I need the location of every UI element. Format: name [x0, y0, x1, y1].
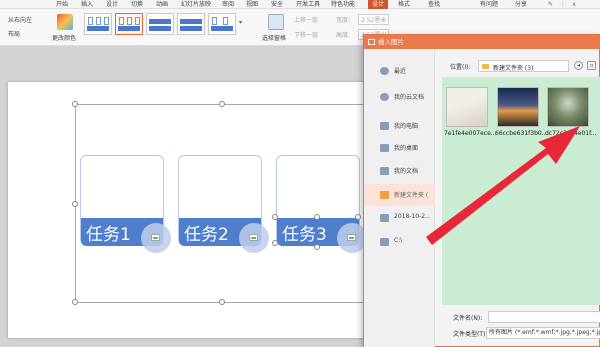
back-icon[interactable]: ◂ — [574, 61, 583, 70]
layout-option-3[interactable] — [146, 13, 174, 35]
task-label[interactable]: 任务1 — [86, 220, 131, 245]
cloud-icon — [380, 93, 389, 101]
resize-handle[interactable] — [219, 299, 225, 305]
width-label: 宽度: — [336, 17, 351, 24]
picture-icon — [249, 234, 258, 241]
location-label: 位置(I): — [450, 64, 471, 71]
change-color-button[interactable]: 更改颜色 — [52, 33, 76, 42]
tab-search[interactable]: 查找 — [428, 0, 440, 9]
location-bar: 位置(I): 新建文件夹 (3) ◂ ▫ — [442, 60, 600, 72]
sidebar-item-label: C:\ — [394, 237, 403, 244]
picture-placeholder[interactable] — [141, 223, 171, 253]
tab-features[interactable]: 特色功能 — [331, 0, 355, 9]
layout-option-5[interactable] — [208, 13, 236, 35]
task-card[interactable]: 任务2 — [178, 155, 269, 253]
sidebar-item-cloud-docs[interactable]: 我的云文档 — [364, 86, 435, 108]
from-right-to-left-button[interactable]: 从右向左 — [8, 15, 32, 24]
tab-design[interactable]: 设计 — [106, 0, 118, 9]
task-card[interactable]: 任务1 — [80, 155, 171, 253]
width-input[interactable]: 2.52厘米 — [358, 14, 390, 25]
layout-option-1[interactable] — [84, 13, 112, 35]
dialog-title: 插入图片 — [378, 38, 404, 46]
arrow-shape — [426, 126, 580, 245]
folder-icon — [482, 64, 489, 69]
desktop-icon — [380, 144, 389, 152]
resize-handle[interactable] — [314, 214, 320, 220]
move-up-button[interactable]: 上移一层 — [294, 15, 318, 24]
tab-transition[interactable]: 切换 — [131, 0, 143, 9]
resize-handle[interactable] — [314, 244, 320, 250]
selection-pane-icon[interactable] — [268, 14, 284, 30]
filename-row: 文件名(N): — [442, 311, 600, 323]
sidebar-item-label: 最近 — [394, 68, 407, 75]
layout-option-4[interactable] — [177, 13, 205, 35]
sidebar-item-label: 我的文档 — [394, 168, 419, 175]
picture-placeholder[interactable] — [239, 223, 269, 253]
sidebar-item-label: 我的桌面 — [394, 145, 419, 152]
computer-icon — [380, 122, 389, 130]
document-icon — [380, 167, 389, 175]
move-down-button[interactable]: 下移一层 — [294, 30, 318, 39]
gallery-more-icon[interactable]: ▾ — [239, 19, 242, 26]
settings-icon[interactable]: ✎ — [548, 0, 553, 9]
clock-icon — [380, 67, 389, 75]
minimize-ribbon-icon[interactable]: ∧ — [572, 0, 576, 9]
annotation-arrow — [426, 126, 580, 245]
filename-input[interactable] — [488, 311, 600, 323]
filetype-label: 文件类型(T): — [453, 331, 488, 338]
drive-icon — [380, 238, 389, 246]
resize-handle[interactable] — [272, 214, 278, 220]
sidebar-item-label: 我的云文档 — [394, 94, 425, 101]
new-folder-icon[interactable]: ▫ — [587, 61, 596, 70]
more-icon[interactable]: ⋮ — [560, 0, 566, 9]
menu-bar: 开始 插入 设计 切换 动画 幻灯片放映 审阅 视图 安全 开发工具 特色功能 … — [0, 0, 600, 9]
tab-developer[interactable]: 开发工具 — [296, 0, 320, 9]
resize-handle[interactable] — [355, 214, 361, 220]
selection-pane-button[interactable]: 选择窗格 — [262, 33, 286, 42]
layout-button[interactable]: 布局 — [8, 29, 20, 38]
folder-icon — [380, 214, 389, 222]
tab-security[interactable]: 安全 — [271, 0, 283, 9]
tab-view[interactable]: 视图 — [246, 0, 258, 9]
resize-handle[interactable] — [72, 299, 78, 305]
sidebar-item-recent[interactable]: 最近 — [364, 60, 435, 82]
height-label: 高度: — [336, 32, 351, 39]
location-dropdown[interactable]: 新建文件夹 (3) — [478, 60, 569, 72]
picture-icon — [368, 39, 375, 45]
folder-icon — [380, 191, 389, 199]
dialog-titlebar[interactable]: 插入图片 — [364, 35, 600, 49]
tab-start[interactable]: 开始 — [56, 0, 68, 9]
task-label[interactable]: 任务2 — [184, 220, 229, 245]
filetype-row: 文件类型(T): 所有图片 (*.emf;*.wmf;*.jpg;*.jpeg;… — [442, 327, 600, 339]
share-button[interactable]: 分享 — [515, 0, 527, 9]
tab-animation[interactable]: 动画 — [156, 0, 168, 9]
sidebar-item-label: 我的电脑 — [394, 123, 419, 130]
tab-review[interactable]: 审阅 — [222, 0, 234, 9]
picture-icon — [151, 234, 160, 241]
task-label[interactable]: 任务3 — [282, 220, 327, 245]
tab-smartart-design[interactable]: 设计 — [368, 0, 389, 9]
resize-handle[interactable] — [72, 101, 78, 107]
tab-format[interactable]: 格式 — [398, 0, 410, 9]
resize-handle[interactable] — [272, 240, 278, 246]
change-color-icon[interactable] — [57, 14, 73, 30]
tab-insert[interactable]: 插入 — [81, 0, 93, 9]
picture-icon — [347, 234, 356, 241]
task-card[interactable]: 任务3 — [276, 155, 367, 253]
filename-label: 文件名(N): — [453, 315, 483, 322]
resize-handle[interactable] — [72, 201, 78, 207]
tab-slideshow[interactable]: 幻灯片放映 — [181, 0, 211, 9]
layout-option-2[interactable] — [115, 13, 143, 35]
resize-handle[interactable] — [219, 101, 225, 107]
help-link[interactable]: 有问题 — [480, 0, 498, 9]
location-value: 新建文件夹 (3) — [493, 65, 534, 72]
filetype-select[interactable]: 所有图片 (*.emf;*.wmf;*.jpg;*.jpeg;*.jpe;*.p — [486, 327, 600, 339]
